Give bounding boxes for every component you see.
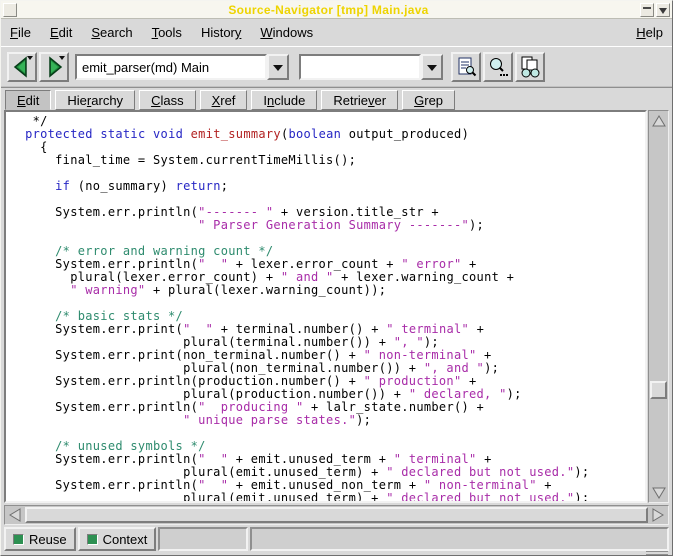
maximize-button[interactable] <box>656 3 670 17</box>
documents-binoculars-icon <box>519 56 541 78</box>
code-content: */ protected static void emit_summary(bo… <box>10 115 645 503</box>
editor-row: */ protected static void emit_summary(bo… <box>1 110 672 503</box>
window-title: Source-Navigator [tmp] Main.java <box>17 3 640 17</box>
tab-retriever[interactable]: Retriever <box>321 90 398 110</box>
tab-include[interactable]: Include <box>251 90 317 110</box>
horizontal-scroll-thumb[interactable] <box>25 507 648 523</box>
minimize-button[interactable] <box>640 3 654 17</box>
context-label: Context <box>103 532 148 547</box>
magnifier-dots-icon <box>487 56 509 78</box>
menubar: File Edit Search Tools History Windows Help <box>1 19 672 46</box>
tab-grep[interactable]: Grep <box>402 90 455 110</box>
reuse-checkbox-icon <box>13 534 24 545</box>
code-editor[interactable]: */ protected static void emit_summary(bo… <box>4 110 647 503</box>
chevron-down-icon <box>273 65 283 71</box>
menu-search[interactable]: Search <box>91 25 132 40</box>
back-button[interactable] <box>7 52 37 82</box>
scroll-up-icon <box>652 115 666 127</box>
search-button[interactable] <box>483 52 513 82</box>
back-dropdown-icon[interactable] <box>27 56 33 60</box>
menu-help[interactable]: Help <box>636 25 663 40</box>
vertical-scroll-track[interactable] <box>649 130 668 483</box>
minimize-icon <box>643 7 651 9</box>
scroll-right-button[interactable] <box>648 506 668 524</box>
code-line: " Parser Generation Summary -------"); <box>10 219 645 232</box>
symbol-combobox: emit_parser(md) Main <box>75 54 289 80</box>
menu-file[interactable]: File <box>10 25 31 40</box>
status-field-message <box>250 527 669 551</box>
titlebar[interactable]: Source-Navigator [tmp] Main.java <box>1 1 672 19</box>
context-checkbox-icon <box>87 534 98 545</box>
resize-grip-icon[interactable] <box>646 551 668 555</box>
editor-button[interactable] <box>451 52 481 82</box>
search-combobox <box>299 54 443 80</box>
menu-tools[interactable]: Tools <box>152 25 182 40</box>
tab-class[interactable]: Class <box>139 90 196 110</box>
code-line: final_time = System.currentTimeMillis(); <box>10 154 645 167</box>
scroll-down-button[interactable] <box>649 483 668 502</box>
context-toggle[interactable]: Context <box>78 527 157 551</box>
menu-history[interactable]: History <box>201 25 241 40</box>
retriever-button[interactable] <box>515 52 545 82</box>
reuse-toggle[interactable]: Reuse <box>4 527 76 551</box>
toolbar: emit_parser(md) Main <box>1 46 672 88</box>
code-line: " warning" + plural(lexer.warning_count)… <box>10 284 645 297</box>
horizontal-scrollbar[interactable] <box>4 505 669 525</box>
tab-edit[interactable]: Edit <box>5 90 51 110</box>
vertical-scrollbar[interactable] <box>648 110 669 503</box>
tab-xref[interactable]: Xref <box>200 90 248 110</box>
code-line: protected static void emit_summary(boole… <box>10 128 645 141</box>
code-line: plural(emit.unused_term) + " declared bu… <box>10 492 645 503</box>
tab-hierarchy[interactable]: Hierarchy <box>55 90 135 110</box>
code-line: if (no_summary) return; <box>10 180 645 193</box>
status-field-small <box>158 527 248 551</box>
symbol-combo-entry[interactable]: emit_parser(md) Main <box>75 54 267 80</box>
vertical-scroll-thumb[interactable] <box>650 381 667 399</box>
window-menu-button[interactable] <box>3 3 17 17</box>
scroll-left-icon <box>9 508 21 522</box>
statusbar: Reuse Context <box>4 527 669 551</box>
forward-dropdown-icon[interactable] <box>59 56 65 60</box>
reuse-label: Reuse <box>29 532 67 547</box>
maximize-icon <box>659 8 667 14</box>
search-combo-entry[interactable] <box>299 54 421 80</box>
menu-windows[interactable]: Windows <box>260 25 313 40</box>
symbol-combo-dropdown-button[interactable] <box>267 54 289 80</box>
scroll-up-button[interactable] <box>649 111 668 130</box>
scroll-down-icon <box>652 487 666 499</box>
search-combo-dropdown-button[interactable] <box>421 54 443 80</box>
menu-edit[interactable]: Edit <box>50 25 72 40</box>
scroll-left-button[interactable] <box>5 506 25 524</box>
document-magnifier-icon <box>455 56 477 78</box>
forward-button[interactable] <box>39 52 69 82</box>
scroll-right-icon <box>652 508 664 522</box>
chevron-down-icon <box>427 65 437 71</box>
app-window: Source-Navigator [tmp] Main.java File Edi… <box>0 0 673 556</box>
tabbar: EditHierarchyClassXrefIncludeRetrieverGr… <box>1 88 672 110</box>
code-line: " unique parse states."); <box>10 414 645 427</box>
